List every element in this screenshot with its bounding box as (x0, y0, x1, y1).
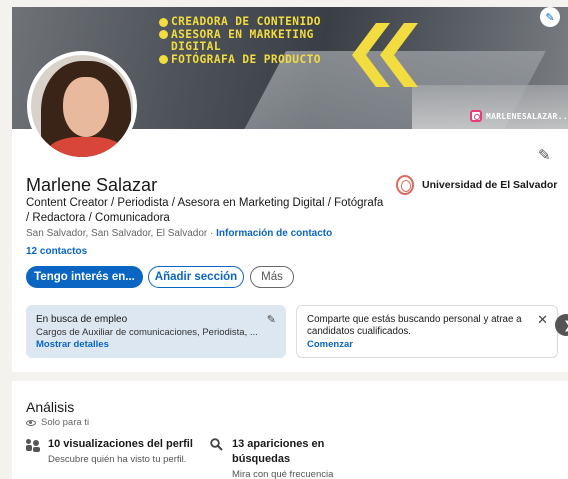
profile-headline: Content Creator / Periodista / Asesora e… (26, 197, 384, 224)
hiring-card[interactable]: Comparte que estás buscando personal y a… (296, 305, 558, 358)
location-text: San Salvador, San Salvador, El Salvador … (26, 228, 214, 239)
contact-info-link[interactable]: Información de contacto (216, 228, 332, 239)
open-to-work-subtitle: Cargos de Auxiliar de comunicaciones, Pe… (36, 327, 258, 338)
show-details-link[interactable]: Mostrar detalles (36, 339, 276, 350)
pencil-icon: ✎ (538, 147, 551, 164)
pencil-icon: ✎ (545, 11, 555, 24)
double-chevron-icon (352, 23, 418, 87)
search-appearances-stat[interactable]: 13 apariciones en búsquedas Mira con qué… (210, 437, 350, 479)
open-to-work-title: En busca de empleo (36, 314, 128, 325)
avatar[interactable] (27, 51, 137, 161)
instagram-icon (470, 110, 482, 122)
banner-line: CREADORA DE CONTENIDO (171, 15, 321, 28)
banner-line: FOTÓGRAFA DE PRODUCTO (171, 52, 321, 66)
instagram-handle-text: MARLENESALAZAR... (486, 111, 568, 121)
close-icon[interactable]: ✕ (537, 312, 548, 328)
add-section-button[interactable]: Añadir sección (148, 266, 244, 288)
contacts-link[interactable]: 12 contactos (26, 246, 87, 257)
banner-text: CREADORA DE CONTENIDO ASESORA EN MARKETI… (159, 15, 334, 66)
education-link[interactable]: Universidad de El Salvador (396, 175, 557, 195)
profile-card: CREADORA DE CONTENIDO ASESORA EN MARKETI… (12, 7, 568, 372)
banner-line: DIGITAL (171, 40, 221, 53)
more-button[interactable]: Más (250, 266, 294, 288)
open-to-button[interactable]: Tengo interés en... (26, 266, 143, 288)
stat-description: Descubre quién ha visto tu perfil. (48, 454, 187, 465)
stat-heading: 10 visualizaciones del perfil (48, 438, 193, 450)
profile-location: San Salvador, San Salvador, El Salvador … (26, 228, 332, 239)
hiring-text: Comparte que estás buscando personal y a… (307, 314, 522, 337)
university-seal-icon (396, 175, 414, 195)
banner-desk-image (412, 85, 568, 129)
analytics-card: Análisis Solo para ti 10 visualizaciones… (12, 381, 568, 479)
people-icon (26, 439, 40, 452)
edit-profile-button[interactable]: ✎ (538, 146, 556, 164)
privacy-text: Solo para ti (41, 417, 90, 428)
stat-description: Mira con qué frecuencia (232, 469, 334, 479)
profile-name: Marlene Salazar (26, 175, 158, 195)
stat-heading: 13 apariciones en búsquedas (232, 438, 325, 465)
open-to-work-card[interactable]: En busca de empleo Cargos de Auxiliar de… (26, 305, 286, 358)
pencil-icon[interactable]: ✎ (267, 313, 276, 326)
education-name: Universidad de El Salvador (422, 179, 558, 191)
search-icon (210, 438, 223, 454)
edit-banner-button[interactable]: ✎ (540, 7, 560, 27)
get-started-link[interactable]: Comenzar (307, 339, 547, 350)
analytics-title: Análisis (26, 399, 75, 415)
instagram-handle: MARLENESALAZAR... (470, 110, 568, 122)
profile-views-stat[interactable]: 10 visualizaciones del perfil Descubre q… (26, 437, 206, 465)
eye-icon (26, 419, 36, 426)
analytics-privacy: Solo para ti (26, 417, 89, 428)
